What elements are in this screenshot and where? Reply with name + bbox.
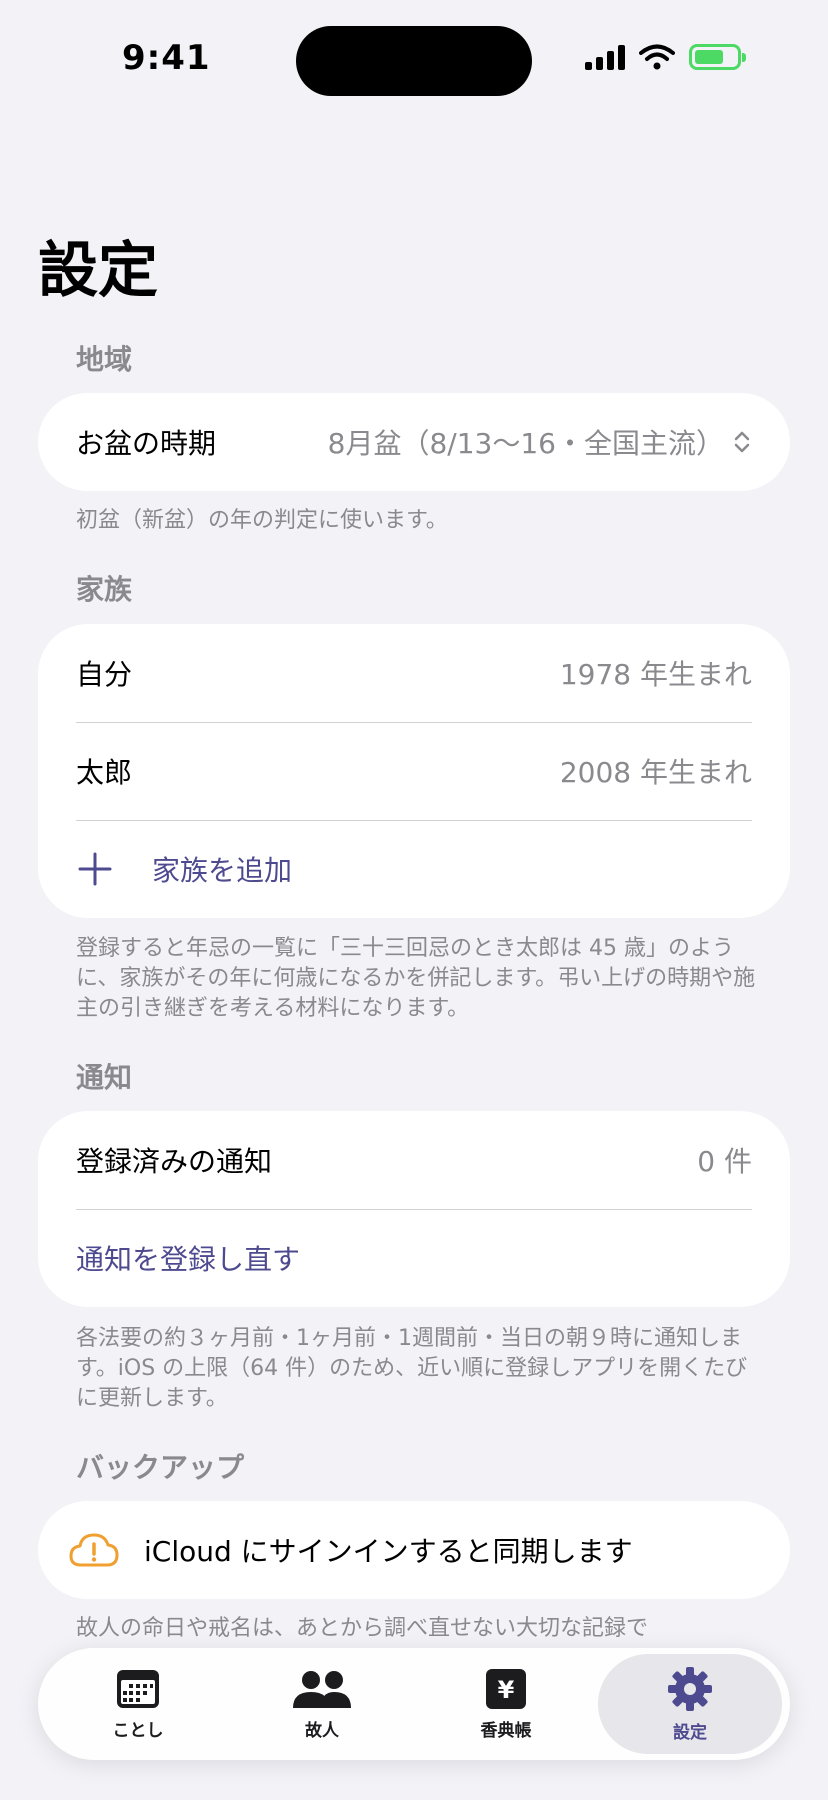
cellular-signal-icon bbox=[585, 44, 625, 70]
family-footnote: 登録すると年忌の一覧に「三十三回忌のとき太郎は 45 歳」のように、家族がその年… bbox=[76, 936, 756, 1021]
dynamic-island bbox=[296, 26, 532, 96]
status-time: 9:41 bbox=[122, 38, 211, 78]
battery-charging-icon bbox=[689, 44, 746, 70]
registered-notifications-label: 登録済みの通知 bbox=[76, 1145, 273, 1178]
backup-card: iCloud にサインインすると同期します bbox=[38, 1501, 790, 1599]
tab-this-year[interactable]: ことし bbox=[46, 1654, 230, 1754]
gear-icon bbox=[668, 1666, 712, 1711]
notifications-footnote: 各法要の約３ヶ月前・1ヶ月前・1週間前・当日の朝９時に通知します。iOS の上限… bbox=[76, 1326, 748, 1411]
section-header-family: 家族 bbox=[76, 573, 133, 606]
page-title: 設定 bbox=[38, 236, 158, 306]
section-header-backup: バックアップ bbox=[76, 1451, 245, 1484]
calendar-icon bbox=[117, 1669, 159, 1708]
family-card: 自分 1978 年生まれ 太郎 2008 年生まれ 家族を追加 bbox=[38, 624, 790, 918]
tab-settings[interactable]: 設定 bbox=[598, 1654, 782, 1754]
obon-period-value: 8月盆（8/13〜16・全国主流） bbox=[327, 427, 724, 460]
obon-period-picker[interactable]: お盆の時期 8月盆（8/13〜16・全国主流） bbox=[38, 393, 790, 491]
obon-period-label: お盆の時期 bbox=[76, 427, 217, 460]
status-bar: 9:41 bbox=[0, 0, 828, 120]
backup-footnote: 故人の命日や戒名は、あとから調べ直せない大切な記録で bbox=[76, 1616, 649, 1641]
people-icon bbox=[293, 1670, 351, 1708]
registered-notifications-count: 0 件 bbox=[697, 1145, 752, 1178]
icloud-status-row[interactable]: iCloud にサインインすると同期します bbox=[38, 1501, 790, 1599]
reregister-notifications-label: 通知を登録し直す bbox=[76, 1243, 301, 1276]
add-family-label: 家族を追加 bbox=[152, 854, 293, 887]
status-icons bbox=[585, 44, 746, 70]
yen-icon: ¥ bbox=[486, 1668, 526, 1709]
tab-deceased[interactable]: 故人 bbox=[230, 1654, 414, 1754]
svg-text:¥: ¥ bbox=[498, 1676, 515, 1704]
tab-bar: ことし 故人 ¥ 香典帳 設定 bbox=[38, 1648, 790, 1760]
tab-label: 設定 bbox=[673, 1722, 707, 1743]
notifications-card: 登録済みの通知 0 件 通知を登録し直す bbox=[38, 1111, 790, 1307]
family-member-birth: 1978 年生まれ bbox=[559, 658, 752, 691]
region-footnote: 初盆（新盆）の年の判定に使います。 bbox=[76, 508, 448, 533]
family-member-row[interactable]: 太郎 2008 年生まれ bbox=[38, 722, 790, 820]
section-header-region: 地域 bbox=[76, 343, 133, 376]
wifi-icon bbox=[639, 44, 675, 70]
add-family-button[interactable]: 家族を追加 bbox=[38, 820, 790, 918]
tab-label: 故人 bbox=[305, 1720, 339, 1741]
tab-label: ことし bbox=[112, 1720, 164, 1741]
tab-koden-book[interactable]: ¥ 香典帳 bbox=[414, 1654, 598, 1754]
reregister-notifications-button[interactable]: 通知を登録し直す bbox=[38, 1209, 790, 1307]
icloud-warning-icon bbox=[69, 1533, 119, 1567]
family-member-name: 自分 bbox=[76, 658, 133, 691]
chevron-up-down-icon bbox=[734, 431, 750, 453]
tab-label: 香典帳 bbox=[480, 1720, 532, 1741]
family-member-row[interactable]: 自分 1978 年生まれ bbox=[38, 624, 790, 722]
plus-icon bbox=[78, 852, 112, 886]
icloud-status-label: iCloud にサインインすると同期します bbox=[144, 1535, 633, 1568]
registered-notifications-row: 登録済みの通知 0 件 bbox=[38, 1111, 790, 1209]
family-member-name: 太郎 bbox=[76, 756, 133, 789]
section-header-notifications: 通知 bbox=[76, 1061, 133, 1094]
region-card: お盆の時期 8月盆（8/13〜16・全国主流） bbox=[38, 393, 790, 491]
family-member-birth: 2008 年生まれ bbox=[559, 756, 752, 789]
